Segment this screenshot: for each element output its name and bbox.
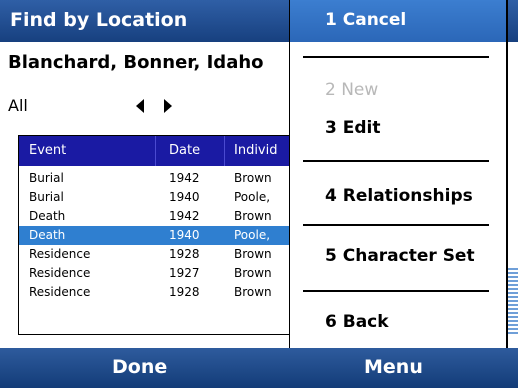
column-header-individual[interactable]: Individ: [234, 143, 278, 158]
cell-event: Death: [29, 228, 66, 242]
menu-softkey[interactable]: Menu: [364, 356, 423, 378]
triangle-right-icon: [164, 99, 172, 113]
cell-date: 1940: [169, 228, 200, 242]
menu-item-relationships[interactable]: 4 Relationships: [325, 186, 473, 206]
cell-date: 1942: [169, 171, 200, 185]
menu-item-cancel[interactable]: 1 Cancel: [325, 10, 406, 30]
triangle-left-icon: [136, 99, 144, 113]
cell-event: Death: [29, 209, 66, 223]
cell-event: Residence: [29, 285, 91, 299]
menu-item-character-set[interactable]: 5 Character Set: [325, 246, 475, 266]
cell-date: 1928: [169, 285, 200, 299]
cell-date: 1927: [169, 266, 200, 280]
cell-date: 1940: [169, 190, 200, 204]
menu-divider: [303, 56, 489, 58]
cell-event: Residence: [29, 247, 91, 261]
cell-event: Burial: [29, 190, 64, 204]
menu-item-back[interactable]: 6 Back: [325, 312, 389, 332]
cell-individual: Poole,: [234, 228, 271, 242]
cell-individual: Brown: [234, 285, 272, 299]
cell-event: Burial: [29, 171, 64, 185]
menu-item-new: 2 New: [325, 80, 379, 100]
cell-date: 1928: [169, 247, 200, 261]
filter-select[interactable]: All: [8, 96, 28, 115]
cell-individual: Brown: [234, 247, 272, 261]
menu-divider: [303, 224, 489, 226]
cell-event: Residence: [29, 266, 91, 280]
cell-individual: Brown: [234, 171, 272, 185]
menu-divider: [303, 160, 489, 162]
location-label: Blanchard, Bonner, Idaho: [8, 52, 264, 73]
filter-arrows[interactable]: [134, 96, 174, 116]
cell-individual: Brown: [234, 266, 272, 280]
column-header-date[interactable]: Date: [169, 143, 200, 158]
done-softkey[interactable]: Done: [112, 356, 167, 378]
column-header-event[interactable]: Event: [29, 143, 66, 158]
window-title: Find by Location: [10, 9, 188, 31]
cell-individual: Brown: [234, 209, 272, 223]
softkey-bar: Done Menu: [0, 348, 518, 388]
menu-divider: [303, 290, 489, 292]
vertical-scrollbar[interactable]: [507, 268, 518, 336]
cell-date: 1942: [169, 209, 200, 223]
cell-individual: Poole,: [234, 190, 271, 204]
popup-menu: 1 Cancel 2 New 3 Edit 4 Relationships 5 …: [289, 0, 507, 348]
menu-item-edit[interactable]: 3 Edit: [325, 118, 380, 138]
